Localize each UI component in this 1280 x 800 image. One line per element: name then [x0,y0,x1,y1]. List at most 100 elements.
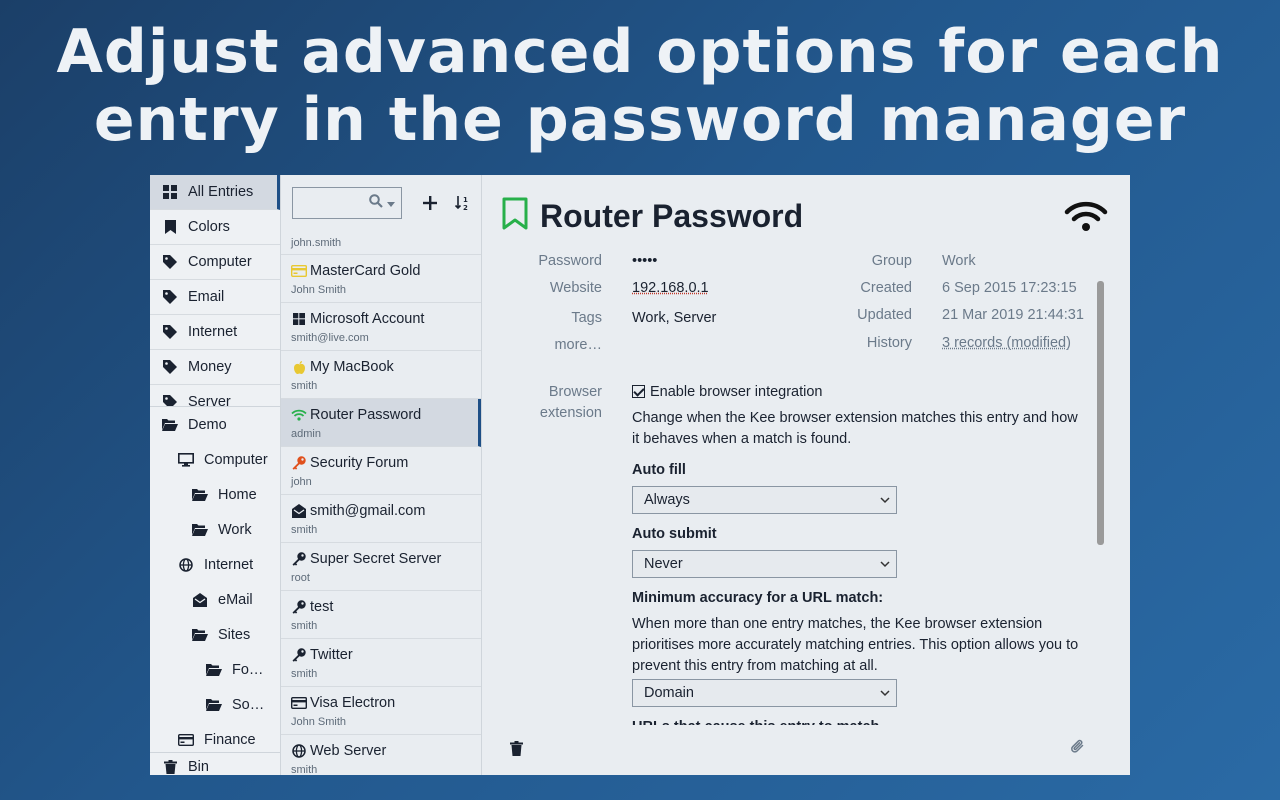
windows-icon [291,311,307,327]
tree-item-label: Sites [218,626,251,643]
credit-card-icon [178,732,194,748]
entry-user: smith [291,668,318,680]
menu-item-label: Server [188,394,231,407]
password-manager-app: All Entries Colors Computer Email Intern… [150,175,1130,775]
tree-item-forums[interactable]: Fo… [150,652,280,687]
list-item-selected[interactable]: Router Password admin [281,399,481,447]
trash-icon [510,741,523,756]
sort-icon: 12 [454,196,468,211]
entry-user: smith [291,764,318,775]
entry-title: smith@gmail.com [310,503,426,519]
tree-item-email[interactable]: eMail [150,582,280,617]
menu-item-tag-server[interactable]: Server [150,385,280,407]
menu-item-colors[interactable]: Colors [150,210,280,245]
auto-fill-label: Auto fill [632,462,686,478]
list-item[interactable]: MasterCard Gold John Smith [281,255,481,303]
tree-item-demo[interactable]: Demo [150,407,280,442]
list-item[interactable]: Twitter smith [281,639,481,687]
headline: Adjust advanced options for each entry i… [0,18,1280,154]
list-item[interactable]: My MacBook smith [281,351,481,399]
globe-icon [291,743,307,759]
tags-value[interactable]: Work, Server [632,310,716,326]
chevron-down-icon [880,490,890,511]
list-header: 12 [281,175,481,231]
menu-item-tag-money[interactable]: Money [150,350,280,385]
checkbox-checked-icon[interactable] [632,385,645,398]
entry-title: Security Forum [310,455,409,471]
menu-item-all-entries[interactable]: All Entries [150,175,280,210]
attach-file-button[interactable] [1071,739,1085,759]
menu-item-label: All Entries [188,184,254,200]
tree-item-label: So… [232,696,265,713]
password-value[interactable]: ••••• [632,253,657,269]
headline-line-2: entry in the password manager [93,85,1187,155]
history-link[interactable]: 3 records (modified) [942,335,1071,351]
paperclip-icon [1071,739,1084,753]
tree-item-work[interactable]: Work [150,512,280,547]
checkbox-label: Enable browser integration [650,384,823,400]
entry-title: Visa Electron [310,695,396,711]
left-menu: All Entries Colors Computer Email Intern… [150,175,281,775]
field-label: Website [549,280,602,296]
enable-browser-integration-checkbox[interactable]: Enable browser integration [632,382,1082,403]
entry-user: root [291,572,310,584]
browser-extension-options: Enable browser integration Change when t… [632,382,1082,725]
website-link[interactable]: 192.168.0.1 [632,280,709,296]
entry-title: Super Secret Server [310,551,442,567]
search-input[interactable] [292,187,402,219]
auto-fill-select[interactable]: Always [632,486,897,514]
tree-item-label: eMail [218,591,253,608]
menu-item-tag-email[interactable]: Email [150,280,280,315]
entry-title-heading[interactable]: Router Password [540,198,803,235]
menu-item-label: Internet [188,324,238,340]
list-item[interactable]: Security Forum john [281,447,481,495]
url-accuracy-select[interactable]: Domain [632,679,897,707]
tree-item-label: Fo… [232,661,264,678]
created-value: 6 Sep 2015 17:23:15 [942,280,1077,296]
add-entry-button[interactable] [416,189,444,217]
wifi-icon[interactable] [1064,200,1108,237]
entry-user: smith [291,620,318,632]
browser-extension-section: Browser extension Enable browser integra… [482,375,1122,725]
list-item[interactable]: test smith [281,591,481,639]
tree-item-computer[interactable]: Computer [150,442,280,477]
bookmark-icon [162,219,178,235]
delete-entry-button[interactable] [510,741,523,761]
list-item[interactable]: smith@gmail.com smith [281,495,481,543]
menu-item-tag-computer[interactable]: Computer [150,245,280,280]
more-link[interactable]: more… [482,337,602,353]
field-label: Tags [571,310,602,326]
tag-icon [162,254,178,270]
menu-item-label: Email [188,289,225,305]
field-label: Created [860,280,912,296]
tree-item-home[interactable]: Home [150,477,280,512]
list-item[interactable]: Microsoft Account smith@live.com [281,303,481,351]
list-item[interactable]: Visa Electron John Smith [281,687,481,735]
tag-icon [162,359,178,375]
menu-item-bin[interactable]: Bin [150,752,280,775]
folder-open-icon [192,487,208,503]
browser-extension-label: Browser extension [482,382,602,424]
tree-item-internet[interactable]: Internet [150,547,280,582]
svg-text:2: 2 [463,204,468,211]
search-icon [369,193,383,213]
list-item[interactable]: Web Server smith [281,735,481,775]
sort-button[interactable]: 12 [448,189,476,217]
list-item[interactable]: Super Secret Server root [281,543,481,591]
field-label: Updated [857,307,912,323]
tree-item-sites[interactable]: Sites [150,617,280,652]
chevron-down-icon [880,683,890,704]
bookmark-icon[interactable] [502,197,528,236]
folder-open-icon [206,697,222,713]
tree-item-social[interactable]: So… [150,687,280,722]
group-value[interactable]: Work [942,253,976,269]
auto-submit-select[interactable]: Never [632,550,897,578]
details-header: Router Password [502,197,803,236]
menu-item-label: Computer [188,254,252,270]
list-item[interactable]: john.smith [281,231,481,255]
menu-item-tag-internet[interactable]: Internet [150,315,280,350]
globe-icon [178,557,194,573]
tree-item-finance[interactable]: Finance [150,722,280,752]
entry-title: Microsoft Account [310,311,425,327]
entry-user: john.smith [291,236,342,249]
